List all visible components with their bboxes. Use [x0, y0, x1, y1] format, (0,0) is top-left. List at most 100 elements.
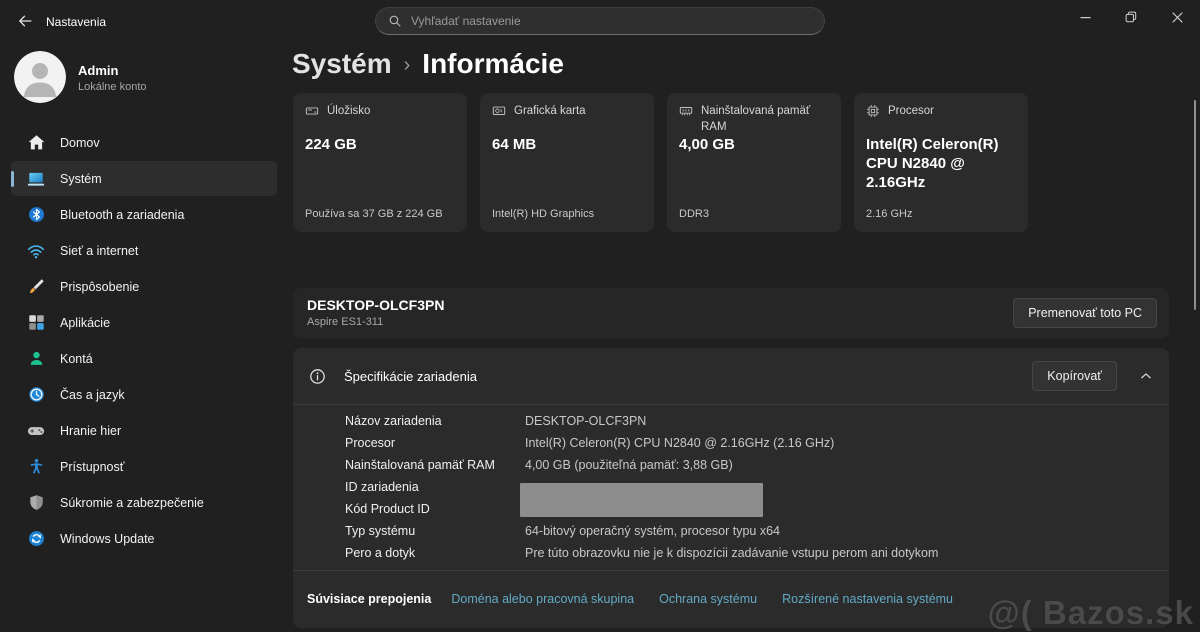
gamepad-icon	[27, 422, 45, 440]
sidebar-item-network[interactable]: Sieť a internet	[11, 233, 277, 268]
graphics-card[interactable]: Grafická karta 64 MB Intel(R) HD Graphic…	[480, 93, 654, 232]
ram-card[interactable]: Nainštalovaná pamäť RAM 4,00 GB DDR3	[667, 93, 841, 232]
breadcrumb: Systém › Informácie	[292, 48, 564, 80]
search-icon	[388, 14, 402, 28]
spec-label: Pero a dotyk	[345, 546, 416, 560]
restore-button[interactable]	[1108, 0, 1154, 34]
spec-value: DESKTOP-OLCF3PN	[525, 414, 647, 428]
link-system-protection[interactable]: Ochrana systému	[659, 592, 757, 606]
table-row: Procesor Intel(R) Celeron(R) CPU N2840 @…	[293, 432, 1169, 454]
sidebar-item-personalization[interactable]: Prispôsobenie	[11, 269, 277, 304]
sidebar-item-bluetooth[interactable]: Bluetooth a zariadenia	[11, 197, 277, 232]
close-icon	[1171, 11, 1183, 23]
wifi-icon	[27, 242, 45, 260]
storage-icon	[305, 103, 319, 118]
gpu-icon	[492, 103, 506, 118]
processor-card[interactable]: Procesor Intel(R) Celeron(R) CPU N2840 @…	[854, 93, 1028, 232]
window-controls	[1062, 0, 1200, 34]
breadcrumb-separator-icon: ›	[403, 54, 411, 76]
sidebar-item-label: Súkromie a zabezpečenie	[60, 495, 204, 510]
card-value: 64 MB	[492, 136, 537, 153]
apps-icon	[27, 314, 45, 331]
sidebar-item-privacy[interactable]: Súkromie a zabezpečenie	[11, 485, 277, 520]
card-value: 4,00 GB	[679, 136, 735, 153]
card-caption: 2.16 GHz	[866, 208, 913, 220]
device-name-section: DESKTOP-OLCF3PN Aspire ES1-311 Premenova…	[293, 288, 1169, 338]
table-row: Názov zariadenia DESKTOP-OLCF3PN	[293, 410, 1169, 432]
table-row: Nainštalovaná pamäť RAM 4,00 GB (použite…	[293, 454, 1169, 476]
sidebar-item-accessibility[interactable]: Prístupnosť	[11, 449, 277, 484]
accounts-person-icon	[27, 350, 45, 367]
sidebar-item-label: Bluetooth a zariadenia	[60, 207, 185, 222]
update-refresh-icon	[27, 530, 45, 547]
account-type: Lokálne konto	[78, 81, 147, 93]
card-title: Grafická karta	[514, 105, 586, 117]
vertical-scrollbar[interactable]	[1194, 100, 1196, 310]
specifications-title: Špecifikácie zariadenia	[344, 368, 477, 384]
sidebar-item-system[interactable]: Systém	[11, 161, 277, 196]
minimize-button[interactable]	[1062, 0, 1108, 34]
accessibility-icon	[27, 458, 45, 475]
sidebar-item-label: Hranie hier	[60, 423, 122, 438]
sidebar-item-gaming[interactable]: Hranie hier	[11, 413, 277, 448]
personalization-brush-icon	[27, 278, 45, 295]
sidebar-item-time-language[interactable]: Čas a jazyk	[11, 377, 277, 412]
table-row: Pero a dotyk Pre túto obrazovku nie je k…	[293, 542, 1169, 564]
cpu-icon	[866, 103, 880, 118]
back-button[interactable]	[10, 9, 40, 33]
back-arrow-icon	[17, 13, 33, 29]
copy-button[interactable]: Kopírovať	[1032, 361, 1117, 391]
clock-icon	[27, 386, 45, 403]
shield-icon	[27, 494, 45, 511]
search-box[interactable]	[375, 7, 825, 35]
card-title: Procesor	[888, 105, 935, 117]
ram-icon	[679, 103, 693, 118]
card-caption: Intel(R) HD Graphics	[492, 208, 595, 220]
spec-label: Procesor	[345, 436, 396, 450]
sidebar-item-windows-update[interactable]: Windows Update	[11, 521, 277, 556]
sidebar-item-label: Čas a jazyk	[60, 387, 125, 402]
rename-pc-button[interactable]: Premenovať toto PC	[1013, 298, 1157, 328]
spec-label: Kód Product ID	[345, 502, 430, 516]
spec-value: 64-bitový operačný systém, procesor typu…	[525, 524, 780, 538]
sidebar-item-label: Sieť a internet	[60, 243, 139, 258]
card-caption: Používa sa 37 GB z 224 GB	[305, 208, 443, 220]
related-links-title: Súvisiace prepojenia	[307, 592, 432, 606]
link-advanced-system-settings[interactable]: Rozšírené nastavenia systému	[782, 592, 953, 606]
spec-label: ID zariadenia	[345, 480, 419, 494]
minimize-icon	[1080, 12, 1091, 23]
card-value: Intel(R) Celeron(R) CPU N2840 @ 2.16GHz	[866, 136, 999, 191]
system-icon	[27, 170, 45, 188]
spec-label: Typ systému	[345, 524, 416, 538]
card-value: 224 GB	[305, 136, 357, 153]
sidebar-item-label: Aplikácie	[60, 315, 111, 330]
close-button[interactable]	[1154, 0, 1200, 34]
table-row: Typ systému 64-bitový operačný systém, p…	[293, 520, 1169, 542]
sidebar-item-label: Domov	[60, 135, 100, 150]
device-name: DESKTOP-OLCF3PN	[307, 297, 445, 313]
card-caption: DDR3	[679, 208, 709, 220]
related-links-row: Súvisiace prepojenia Doména alebo pracov…	[293, 570, 1169, 628]
sidebar-item-domov[interactable]: Domov	[11, 125, 277, 160]
storage-card[interactable]: Úložisko 224 GB Používa sa 37 GB z 224 G…	[293, 93, 467, 232]
sidebar-item-label: Prístupnosť	[60, 459, 125, 474]
page-title: Informácie	[422, 48, 564, 79]
link-domain-workgroup[interactable]: Doména alebo pracovná skupina	[451, 592, 634, 606]
avatar[interactable]	[14, 51, 66, 103]
spec-value: Intel(R) Celeron(R) CPU N2840 @ 2.16GHz …	[525, 436, 835, 450]
chevron-up-icon[interactable]	[1139, 369, 1153, 383]
card-title: Nainštalovaná pamäť RAM	[701, 105, 811, 133]
specifications-header[interactable]: Špecifikácie zariadenia Kopírovať	[293, 348, 1169, 404]
spec-label: Názov zariadenia	[345, 414, 442, 428]
card-title: Úložisko	[327, 105, 371, 117]
spec-value: 4,00 GB (použiteľná pamäť: 3,88 GB)	[525, 458, 733, 472]
sidebar-item-apps[interactable]: Aplikácie	[11, 305, 277, 340]
titlebar: Nastavenia	[0, 0, 1200, 42]
bluetooth-icon	[27, 206, 45, 223]
account-name: Admin	[78, 63, 119, 78]
sidebar-item-accounts[interactable]: Kontá	[11, 341, 277, 376]
search-input[interactable]	[411, 14, 812, 28]
sidebar-item-label: Windows Update	[60, 531, 155, 546]
breadcrumb-parent[interactable]: Systém	[292, 48, 392, 80]
divider	[293, 404, 1169, 405]
